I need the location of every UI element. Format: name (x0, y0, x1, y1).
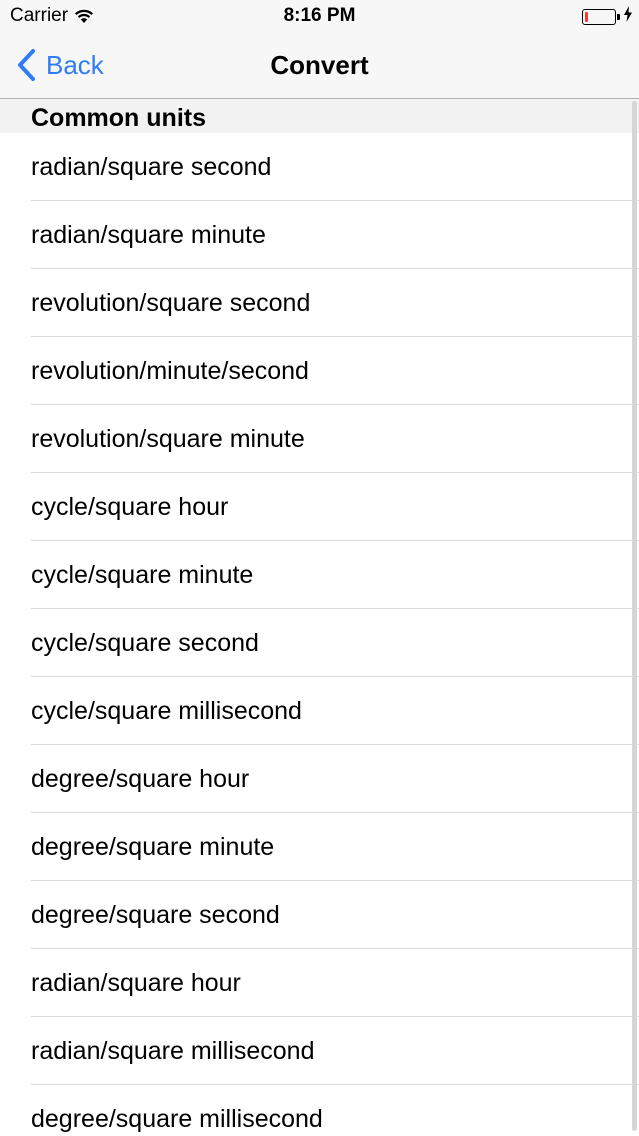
scroll-indicator[interactable] (632, 101, 637, 1131)
battery-level (585, 11, 588, 22)
list-item[interactable]: cycle/square hour (0, 473, 639, 541)
list-item[interactable]: revolution/square second (0, 269, 639, 337)
list-item-label: revolution/square minute (31, 425, 305, 453)
list-item[interactable]: radian/square second (0, 133, 639, 201)
list-item[interactable]: revolution/minute/second (0, 337, 639, 405)
list-item-label: cycle/square millisecond (31, 697, 302, 725)
list-item-label: radian/square hour (31, 969, 241, 997)
battery-indicator (582, 6, 633, 27)
charging-bolt-icon (623, 6, 633, 27)
list-item[interactable]: cycle/square second (0, 609, 639, 677)
list-item-label: radian/square millisecond (31, 1037, 315, 1065)
list-item[interactable]: degree/square minute (0, 813, 639, 881)
list-item[interactable]: degree/square millisecond (0, 1085, 639, 1136)
battery-icon (582, 8, 616, 25)
list-item[interactable]: degree/square second (0, 881, 639, 949)
list-item[interactable]: radian/square minute (0, 201, 639, 269)
list-item-label: cycle/square hour (31, 493, 229, 521)
status-time: 8:16 PM (283, 5, 356, 26)
page-title: Convert (270, 50, 369, 80)
list-item-label: radian/square minute (31, 221, 266, 249)
list-item[interactable]: degree/square hour (0, 745, 639, 813)
list-item[interactable]: radian/square millisecond (0, 1017, 639, 1085)
status-bar: Carrier 8:16 PM (0, 0, 639, 32)
list-item-label: cycle/square minute (31, 561, 254, 589)
section-header: Common units (0, 99, 639, 133)
list-item-label: revolution/minute/second (31, 357, 309, 385)
list-item[interactable]: cycle/square minute (0, 541, 639, 609)
list-item-label: degree/square hour (31, 765, 250, 793)
list-item-label: degree/square minute (31, 833, 275, 861)
battery-nub (617, 13, 620, 20)
navigation-bar: Back Convert (0, 32, 639, 99)
list-item[interactable]: revolution/square minute (0, 405, 639, 473)
list-item-label: radian/square second (31, 153, 272, 181)
list-item[interactable]: radian/square hour (0, 949, 639, 1017)
list-item[interactable]: cycle/square millisecond (0, 677, 639, 745)
list-item-label: degree/square second (31, 901, 280, 929)
units-list[interactable]: Common units radian/square second radian/… (0, 99, 639, 1136)
list-item-label: degree/square millisecond (31, 1105, 323, 1133)
units-rows: radian/square second radian/square minute… (0, 133, 639, 1136)
list-item-label: revolution/square second (31, 289, 311, 317)
list-item-label: cycle/square second (31, 629, 259, 657)
